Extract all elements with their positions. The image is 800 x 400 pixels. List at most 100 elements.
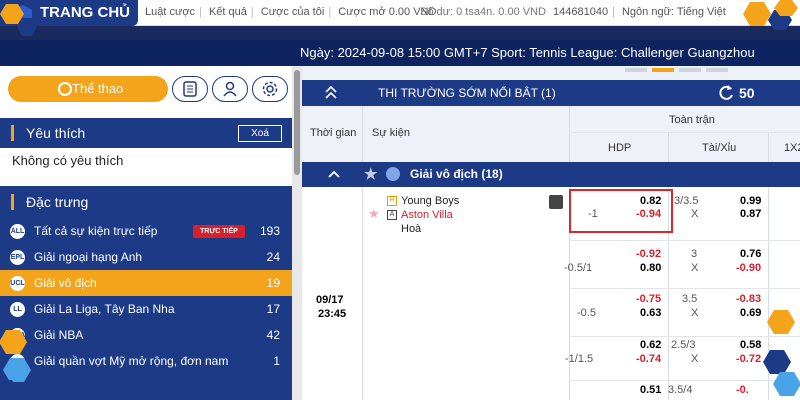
featured-title: Đặc trưng bbox=[26, 194, 89, 210]
refresh-countdown: 50 bbox=[739, 85, 755, 101]
stats-icon[interactable] bbox=[549, 195, 563, 209]
hexagon-decoration-icon bbox=[0, 330, 31, 400]
featured-item-label: Giải quần vợt Mỹ mở rộng, đơn nam bbox=[34, 354, 229, 368]
clear-favorites-button[interactable]: Xoá bbox=[238, 125, 282, 142]
hdp-home-odds[interactable]: 0.51 bbox=[640, 384, 661, 396]
user-icon bbox=[223, 81, 237, 97]
ou-line: 3 bbox=[691, 248, 698, 260]
hdp-line: -0.5/1 bbox=[564, 262, 593, 274]
featured-item-all-live[interactable]: ALL Tất cả sự kiện trực tiếp TRỰC TIẾP 1… bbox=[0, 218, 292, 244]
featured-item-count: 17 bbox=[266, 302, 280, 316]
hdp-away-odds[interactable]: 0.63 bbox=[640, 307, 661, 319]
under-odds[interactable]: -0.72 bbox=[736, 353, 761, 365]
top-bar: TRANG CHỦ Luật cược | Kết quả | Cược của t… bbox=[0, 0, 800, 26]
ou-line: 3.5 bbox=[682, 293, 698, 305]
ou-x: X bbox=[691, 208, 699, 220]
account-button[interactable] bbox=[212, 76, 248, 102]
under-odds[interactable]: 0.69 bbox=[740, 307, 761, 319]
market-title: THỊ TRƯỜNG SỚM NỔI BẬT (1) bbox=[378, 86, 556, 100]
under-odds[interactable]: -0.90 bbox=[736, 262, 761, 274]
match-time: 23:45 bbox=[318, 308, 347, 320]
hdp-line: -1/1.5 bbox=[565, 353, 594, 365]
under-odds[interactable]: 0.87 bbox=[740, 208, 761, 220]
laliga-icon: LL bbox=[10, 302, 25, 317]
hexagon-decoration-icon bbox=[763, 310, 800, 396]
bet-slip-button[interactable] bbox=[172, 76, 208, 102]
account-id: 144681040 bbox=[553, 6, 609, 18]
over-odds[interactable]: 0.58 bbox=[740, 339, 761, 351]
hdp-line: -0.5 bbox=[577, 307, 596, 319]
all-icon: ALL bbox=[10, 224, 25, 239]
over-odds[interactable]: 0.76 bbox=[740, 248, 761, 260]
hdp-home-odds[interactable]: -0.75 bbox=[636, 293, 661, 305]
favorite-star-icon[interactable]: ★ bbox=[368, 206, 380, 222]
col-hdp: HDP bbox=[608, 142, 632, 154]
featured-item-label: Giải ngoại hạng Anh bbox=[34, 250, 143, 264]
match-date: 09/17 bbox=[316, 294, 344, 306]
sports-tab[interactable]: Thể thao bbox=[8, 76, 168, 102]
champions-league-icon: UCL bbox=[10, 276, 25, 291]
featured-item-champions[interactable]: UCL Giải vô địch 19 bbox=[0, 270, 292, 296]
league-logo-icon bbox=[386, 167, 400, 181]
featured-item-label: Tất cả sự kiện trực tiếp bbox=[34, 224, 158, 238]
featured-item-count: 19 bbox=[266, 276, 280, 290]
home-label: TRANG CHỦ bbox=[40, 4, 130, 21]
hdp-away-odds[interactable]: 0.80 bbox=[640, 262, 661, 274]
nav-link-rules[interactable]: Luật cược bbox=[145, 6, 195, 18]
draw-label: Hoà bbox=[401, 223, 422, 235]
hdp-away-odds[interactable]: -0.74 bbox=[636, 353, 661, 365]
over-odds[interactable]: -0.83 bbox=[736, 293, 761, 305]
col-event: Sự kiện bbox=[372, 127, 410, 139]
star-icon[interactable]: ★ bbox=[364, 162, 377, 187]
featured-item-count: 24 bbox=[266, 250, 280, 264]
receipt-icon bbox=[183, 81, 197, 97]
market-header: THỊ TRƯỜNG SỚM NỔI BẬT (1) 50 bbox=[302, 80, 800, 106]
balance-text: Số dư: 0 tsa4n. 0.00 VND bbox=[420, 6, 546, 18]
language-selector[interactable]: Ngôn ngữ: Tiếng Việt bbox=[622, 6, 726, 18]
column-header: Thời gian Sự kiện Toàn trận HDP Tài/Xỉu … bbox=[302, 106, 800, 162]
premier-league-icon: EPL bbox=[10, 250, 25, 265]
nav-link-my-bets[interactable]: Cược của tôi bbox=[261, 6, 325, 18]
league-name: Giải vô địch (18) bbox=[410, 167, 503, 181]
live-badge: TRỰC TIẾP bbox=[193, 225, 245, 238]
featured-item-premier-league[interactable]: EPL Giải ngoại hạng Anh 24 bbox=[0, 244, 292, 270]
featured-item-label: Giải La Liga, Tây Ban Nha bbox=[34, 302, 175, 316]
hdp-home-odds[interactable]: 0.62 bbox=[640, 339, 661, 351]
hexagon-decoration-icon bbox=[743, 0, 798, 30]
col-fulltime: Toàn trận bbox=[669, 114, 715, 126]
hdp-home-odds[interactable]: -0.92 bbox=[636, 248, 661, 260]
info-ticker: Ngày: 2024-09-08 15:00 GMT+7 Sport: Tenn… bbox=[0, 40, 800, 66]
no-favorites-text: Không có yêu thích bbox=[0, 148, 292, 174]
gear-icon bbox=[262, 81, 278, 97]
over-odds[interactable]: 0.99 bbox=[740, 195, 761, 207]
featured-item-label: Giải vô địch bbox=[34, 276, 97, 290]
hexagon-decoration-icon bbox=[0, 4, 37, 36]
away-team: Aston Villa bbox=[401, 209, 453, 221]
ou-line: 3.5/4 bbox=[668, 384, 693, 396]
ou-x: X bbox=[691, 262, 699, 274]
chevron-up-icon[interactable] bbox=[328, 162, 340, 196]
featured-item-count: 193 bbox=[259, 224, 280, 238]
featured-item-count: 42 bbox=[266, 328, 280, 342]
favorites-header: Yêu thích Xoá bbox=[0, 118, 292, 148]
featured-item-laliga[interactable]: LL Giải La Liga, Tây Ban Nha 17 bbox=[0, 296, 292, 322]
ou-x: X bbox=[691, 307, 699, 319]
over-odds[interactable]: -0. bbox=[736, 384, 749, 396]
league-row[interactable]: ★ Giải vô địch (18) bbox=[302, 162, 800, 187]
home-tag: H bbox=[387, 196, 397, 206]
col-1x2: 1X2 bbox=[784, 142, 800, 154]
featured-item-count: 1 bbox=[273, 354, 280, 368]
ou-line: 3/3.5 bbox=[674, 195, 699, 207]
ticker-text: Ngày: 2024-09-08 15:00 GMT+7 Sport: Tenn… bbox=[300, 45, 755, 60]
settings-button[interactable] bbox=[252, 76, 288, 102]
ball-icon bbox=[58, 82, 72, 96]
home-team: Young Boys bbox=[401, 195, 460, 207]
nav-link-results[interactable]: Kết quả bbox=[209, 6, 247, 18]
col-time: Thời gian bbox=[310, 127, 357, 139]
sidebar-scroll-thumb[interactable] bbox=[294, 70, 300, 175]
away-tag: A bbox=[387, 210, 397, 220]
highlight-box bbox=[569, 189, 673, 233]
col-over-under: Tài/Xỉu bbox=[702, 142, 737, 154]
ou-x: X bbox=[691, 353, 699, 365]
sports-tab-label: Thể thao bbox=[72, 81, 124, 96]
